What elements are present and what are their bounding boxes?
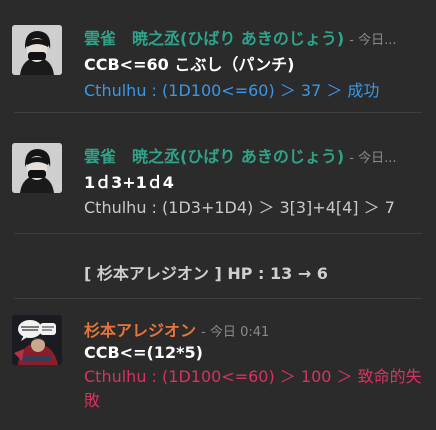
message-header: 杉本アレジオン - 今日 0:41 xyxy=(84,317,269,341)
hp-change-text: [ 杉本アレジオン ] HP : 13 → 6 xyxy=(84,264,328,283)
avatar[interactable] xyxy=(12,143,62,193)
dice-command: CCB<=60 こぶし（パンチ) xyxy=(84,55,295,74)
dice-command: 1ｄ3+1ｄ4 xyxy=(84,173,174,192)
chat-message: 杉本アレジオン - 今日 0:41 CCB<=(12*5) Cthulhu : … xyxy=(0,299,436,430)
system-message: [ 杉本アレジオン ] HP : 13 → 6 xyxy=(0,234,436,298)
avatar-portrait-icon xyxy=(12,25,62,75)
chat-log: 雲雀 暁之丞(ひばり あきのじょう) - 今日... CCB<=60 こぶし（パ… xyxy=(0,0,436,430)
avatar-character-icon xyxy=(12,315,62,365)
dice-result: Cthulhu : (1D100<=60) ＞ 37 ＞ 成功 xyxy=(84,81,380,100)
avatar[interactable] xyxy=(12,315,62,365)
timestamp: - 今日 0:41 xyxy=(201,325,270,340)
author-name[interactable]: 杉本アレジオン xyxy=(84,321,196,340)
chat-message: 雲雀 暁之丞(ひばり あきのじょう) - 今日... 1ｄ3+1ｄ4 Cthul… xyxy=(0,113,436,233)
dice-result: Cthulhu : (1D100<=60) ＞ 100 ＞ 致命的失敗 xyxy=(84,367,422,410)
chat-message: 雲雀 暁之丞(ひばり あきのじょう) - 今日... CCB<=60 こぶし（パ… xyxy=(0,0,436,112)
dice-command: CCB<=(12*5) xyxy=(84,343,203,362)
timestamp: - 今日... xyxy=(349,151,397,166)
avatar-portrait-icon xyxy=(12,143,62,193)
message-header: 雲雀 暁之丞(ひばり あきのじょう) - 今日... xyxy=(84,143,397,167)
author-name[interactable]: 雲雀 暁之丞(ひばり あきのじょう) xyxy=(84,147,344,166)
message-header: 雲雀 暁之丞(ひばり あきのじょう) - 今日... xyxy=(84,25,397,49)
timestamp: - 今日... xyxy=(349,33,397,48)
author-name[interactable]: 雲雀 暁之丞(ひばり あきのじょう) xyxy=(84,29,344,48)
avatar[interactable] xyxy=(12,25,62,75)
dice-result: Cthulhu : (1D3+1D4) ＞ 3[3]+4[4] ＞ 7 xyxy=(84,198,395,217)
